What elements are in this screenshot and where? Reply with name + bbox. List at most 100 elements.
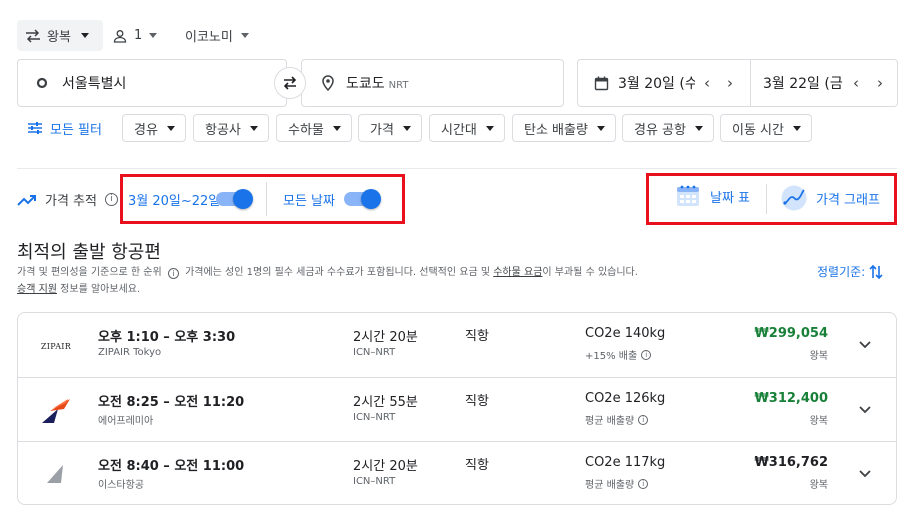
flight-duration: 2시간 55분 [353, 395, 418, 410]
filter-chip-label: 시간대 [441, 122, 477, 138]
origin-value: 서울특별시 [62, 76, 127, 92]
filter-chip-duration[interactable]: 이동 시간 [720, 114, 812, 142]
chevron-down-icon [249, 125, 258, 131]
filter-chip-label: 가격 [370, 122, 394, 138]
expand-chevron-icon[interactable] [856, 400, 874, 418]
destination-field[interactable]: 도쿄도 NRT [301, 59, 564, 107]
filter-chip-connecting-airports[interactable]: 경유 공항 [622, 114, 714, 142]
filter-chip-times[interactable]: 시간대 [429, 114, 505, 142]
chevron-left-icon[interactable]: ‹ [853, 74, 859, 92]
flight-route: ICN–NRT [353, 476, 396, 487]
destination-value: 도쿄도 [346, 76, 385, 92]
depart-date-section[interactable]: 3월 20일 (수) ‹ › [578, 60, 751, 106]
cabin-class-label: 이코노미 [185, 30, 233, 45]
flight-row[interactable]: ZIPAIR 오후 1:10 – 오후 3:30 ZIPAIR Tokyo 2시… [18, 313, 896, 377]
info-icon[interactable]: i [104, 193, 118, 206]
expand-chevron-icon[interactable] [856, 464, 874, 482]
emissions-text: 평균 배출량 [585, 416, 635, 427]
date-grid-label: 날짜 표 [710, 190, 751, 206]
trip-type-select[interactable]: 왕복 [17, 20, 103, 51]
flight-duration: 2시간 20분 [353, 459, 418, 474]
chevron-down-icon [596, 125, 605, 131]
person-icon [113, 29, 127, 43]
bag-fees-link[interactable]: 수하물 요금 [493, 267, 542, 278]
flight-stops: 직항 [465, 458, 489, 473]
chevron-right-icon[interactable]: › [877, 74, 883, 92]
passenger-select[interactable]: 1 [113, 20, 158, 51]
chevron-down-icon [694, 125, 703, 131]
all-filters-button[interactable]: 모든 필터 [28, 114, 102, 142]
flight-route: ICN–NRT [353, 347, 396, 358]
price-note-end: 이 부과될 수 있습니다. [542, 267, 638, 278]
passenger-count: 1 [134, 28, 143, 43]
filter-chip-bags[interactable]: 수하물 [276, 114, 352, 142]
return-date-value: 3월 22일 (금) [763, 76, 843, 92]
info-icon[interactable]: i [638, 478, 649, 489]
toggle-divider [266, 182, 267, 216]
track-date-range-toggle[interactable] [216, 189, 253, 209]
price-tracking-text: 가격 추적 [45, 194, 97, 209]
chevron-down-icon [80, 33, 89, 38]
eastar-jet-logo [36, 460, 76, 490]
chevron-down-icon [402, 125, 411, 131]
price-note: 가격에는 성인 1명의 필수 세금과 수수료가 포함됩니다. 선택적인 요금 및 [185, 267, 491, 278]
section-divider [17, 168, 897, 169]
sort-arrows-icon [869, 264, 883, 279]
price-type: 왕복 [809, 351, 828, 362]
flight-price: ₩316,762 [754, 455, 828, 470]
chevron-down-icon [149, 33, 158, 38]
expand-chevron-icon[interactable] [856, 335, 874, 353]
info-icon[interactable]: i [167, 268, 179, 279]
passenger-assistance-link[interactable]: 승객 지원 [17, 284, 57, 295]
price-type: 왕복 [809, 480, 828, 491]
chevron-left-icon[interactable]: ‹ [704, 74, 710, 92]
filter-chip-price[interactable]: 가격 [358, 114, 422, 142]
filter-chip-airlines[interactable]: 항공사 [193, 114, 269, 142]
ranking-note: 가격 및 편의성을 기준으로 한 순위 [17, 267, 162, 278]
price-graph-icon [781, 185, 807, 211]
track-all-dates-toggle[interactable] [344, 189, 381, 209]
date-range-field[interactable]: 3월 20일 (수) ‹ › 3월 22일 (금) ‹ › [577, 59, 898, 107]
trip-type-label: 왕복 [47, 30, 71, 45]
airline-name: ZIPAIR Tokyo [98, 347, 162, 358]
toggle-knob [361, 189, 381, 209]
co2-value: CO2e 126kg [585, 391, 666, 406]
airline-name: 이스타항공 [98, 480, 144, 491]
swap-arrows-icon [26, 28, 40, 43]
info-icon[interactable]: i [641, 349, 652, 360]
flight-row[interactable]: 오전 8:40 – 오전 11:00 이스타항공 2시간 20분 ICN–NRT… [18, 441, 896, 504]
price-graph-button[interactable]: 가격 그래프 [781, 185, 880, 211]
sort-button[interactable]: 정렬기준: [817, 263, 883, 280]
filter-sliders-icon [28, 122, 42, 134]
emissions-note: +15% 배출 i [585, 347, 652, 362]
filter-chip-label: 경유 [134, 122, 158, 138]
filter-chip-label: 탄소 배출량 [524, 122, 588, 138]
filter-chip-stops[interactable]: 경유 [122, 114, 186, 142]
location-pin-icon [322, 75, 334, 91]
swap-icon [283, 76, 297, 90]
flight-times: 오후 1:10 – 오후 3:30 [98, 330, 236, 345]
cabin-class-select[interactable]: 이코노미 [185, 20, 249, 51]
info-icon[interactable]: i [638, 414, 649, 425]
filter-chip-label: 수하물 [288, 122, 324, 138]
filter-chip-label: 경유 공항 [634, 122, 686, 138]
origin-field[interactable]: 서울특별시 [17, 59, 287, 107]
flight-stops: 직항 [465, 329, 489, 344]
return-date-section[interactable]: 3월 22일 (금) ‹ › [751, 60, 883, 106]
filter-chip-emissions[interactable]: 탄소 배출량 [512, 114, 616, 142]
date-grid-button[interactable]: 날짜 표 [676, 184, 750, 208]
flight-times: 오전 8:25 – 오전 11:20 [98, 395, 245, 410]
flight-route: ICN–NRT [353, 412, 396, 423]
co2-value: CO2e 140kg [585, 326, 666, 341]
airline-logo: ZIPAIR [40, 341, 72, 351]
price-tracking-label: 가격 추적 i [17, 190, 118, 209]
flight-stops: 직항 [465, 394, 489, 409]
chevron-down-icon [240, 33, 249, 38]
co2-value: CO2e 117kg [585, 455, 666, 470]
swap-button[interactable] [274, 67, 306, 99]
flight-times: 오전 8:40 – 오전 11:00 [98, 459, 245, 474]
chevron-right-icon[interactable]: › [727, 74, 733, 92]
price-type: 왕복 [809, 416, 828, 427]
flight-row[interactable]: 오전 8:25 – 오전 11:20 에어프레미아 2시간 55분 ICN–NR… [18, 377, 896, 441]
airline-name: 에어프레미아 [98, 416, 154, 427]
